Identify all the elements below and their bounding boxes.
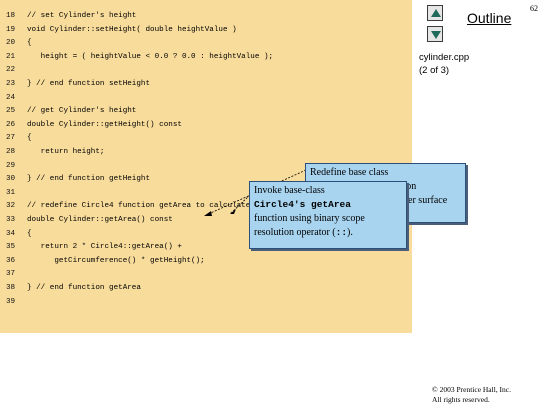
callout-front-line2: Circle4's getArea [254,199,351,210]
callout-front-line4-suffix: ). [347,227,353,238]
callout-front-line1: Invoke base-class [254,185,325,196]
callout-front-line4: resolution operator (::). [254,226,402,240]
copyright-line2: All rights reserved. [432,395,490,404]
arrow-head-back [204,211,212,216]
copyright-line1: © 2003 Prentice Hall, Inc. [432,385,512,394]
callout-front-line3: function using binary scope [254,213,365,224]
callout-front-line4-code: :: [335,227,348,238]
callout-front-line4-prefix: resolution operator ( [254,227,336,238]
copyright: © 2003 Prentice Hall, Inc. All rights re… [432,385,550,405]
callout-back-line1: Redefine base class [310,167,389,178]
callout-invoke: Invoke base-class Circle4's getArea func… [249,181,407,249]
callout-arrow-front [229,194,251,215]
